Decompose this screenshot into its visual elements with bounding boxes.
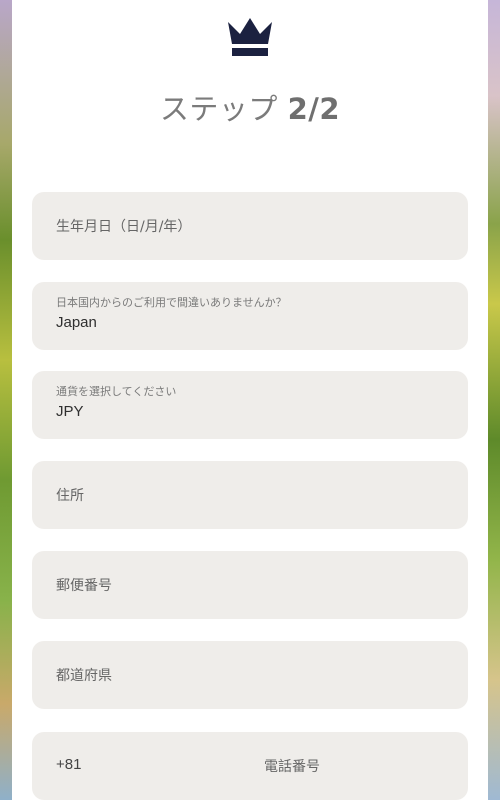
registration-panel: ステップ 2/2 生年月日（日/月/年） 日本国内からのご利用で間違いありません… [12,0,488,800]
phone-field[interactable]: +81 電話番号 [32,732,468,800]
country-field[interactable]: 日本国内からのご利用で間違いありませんか？ Japan [32,282,468,350]
address-field[interactable]: 住所 [32,461,468,529]
page-title: ステップ 2/2 [12,86,488,128]
prefecture-placeholder: 都道府県 [56,668,112,684]
currency-select[interactable]: 通貨を選択してください JPY [32,371,468,439]
country-label: 日本国内からのご利用で間違いありませんか？ [56,296,287,309]
phone-placeholder: 電話番号 [264,759,320,775]
birthdate-field[interactable]: 生年月日（日/月/年） [32,192,468,260]
crown-icon [228,18,272,56]
postal-code-placeholder: 郵便番号 [56,578,112,594]
background-left-strip [0,0,12,800]
postal-code-field[interactable]: 郵便番号 [32,551,468,619]
currency-value: JPY [56,403,84,420]
prefecture-field[interactable]: 都道府県 [32,641,468,709]
phone-country-code[interactable]: +81 [56,756,81,773]
birthdate-placeholder: 生年月日（日/月/年） [56,219,192,235]
background-right-strip [488,0,500,800]
step-prefix: ステップ [159,92,288,126]
currency-label: 通貨を選択してください [56,385,177,398]
address-placeholder: 住所 [56,488,84,504]
country-value: Japan [56,314,97,331]
step-count: 2/2 [287,92,341,126]
